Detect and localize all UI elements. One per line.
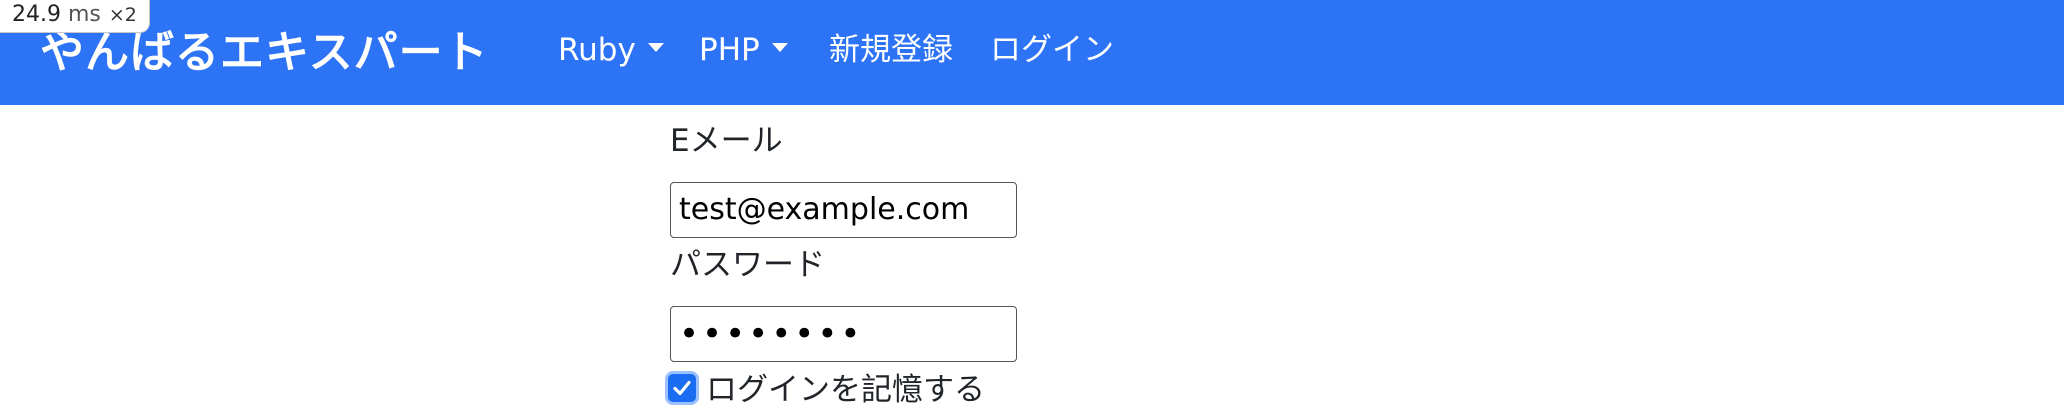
- nav-php-label: PHP: [699, 32, 760, 68]
- password-label: パスワード: [670, 247, 825, 283]
- caret-down-icon: [647, 43, 664, 52]
- brand-logo[interactable]: やんばるエキスパート: [40, 28, 489, 78]
- nav-dropdown-ruby[interactable]: Ruby: [558, 24, 664, 76]
- email-label: Eメール: [670, 123, 783, 159]
- password-field[interactable]: ••••••••: [670, 306, 1017, 362]
- top-navbar: やんばるエキスパート Ruby PHP 新規登録 ログイン: [0, 0, 2064, 105]
- perf-multiplier: ×2: [108, 4, 137, 26]
- nav-link-login[interactable]: ログイン: [990, 24, 1114, 76]
- email-field[interactable]: test@example.com: [670, 182, 1017, 238]
- nav-dropdown-php[interactable]: PHP: [699, 24, 788, 76]
- perf-unit: ms: [67, 2, 101, 27]
- perf-value: 24.9: [12, 2, 61, 27]
- caret-down-icon: [771, 43, 788, 52]
- remember-me-checkbox[interactable]: [668, 374, 696, 402]
- nav-link-signup[interactable]: 新規登録: [829, 24, 953, 76]
- checkmark-icon: [673, 380, 691, 396]
- remember-me-label[interactable]: ログインを記憶する: [706, 370, 985, 410]
- perf-timing-badge: 24.9 ms ×2: [0, 0, 150, 33]
- nav-ruby-label: Ruby: [558, 32, 636, 68]
